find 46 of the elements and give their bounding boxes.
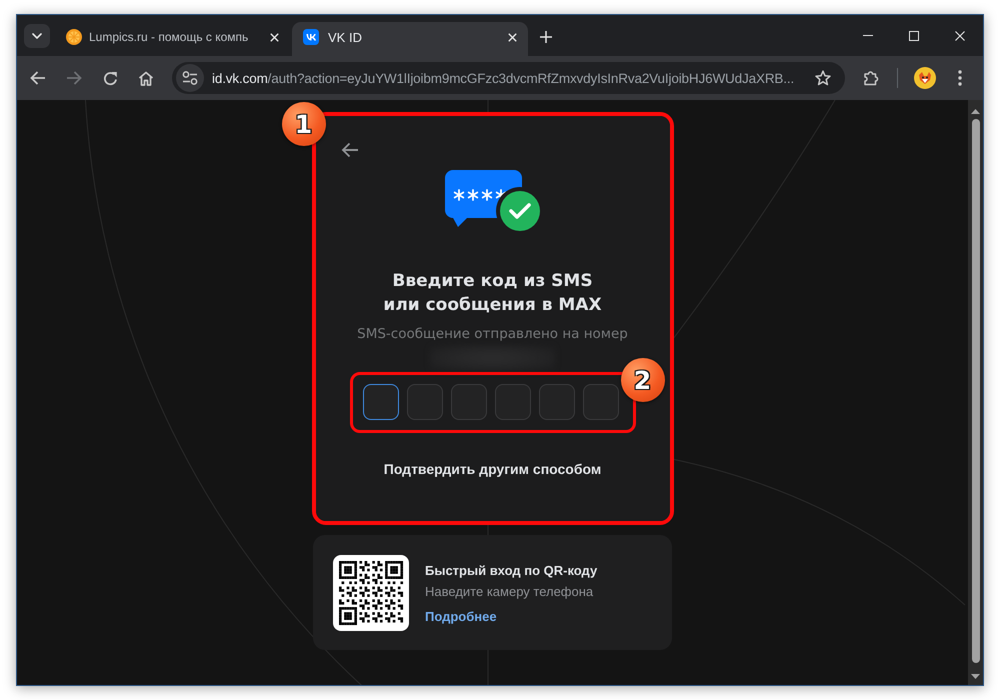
code-digit-field[interactable] [450,384,486,420]
scrollbar-thumb[interactable] [972,119,980,663]
tune-icon [182,71,198,85]
back-arrow-icon [340,142,358,158]
reload-icon [102,70,118,86]
code-digit-field[interactable] [582,384,618,420]
qr-card-description: Наведите камеру телефона [425,584,594,600]
alternative-method-link[interactable]: Подтвердить другим способом [384,460,602,478]
back-icon [30,71,46,85]
browser-tab[interactable]: VK ID [292,22,528,56]
address-bar[interactable]: id.vk.com/auth?action=eyJuYW1lIjoibm9mcGFzc3dvcmRfZmxvdyIsInRva2VuIjoibHJ6WUdJaXRB... [172,62,845,94]
code-digit-field[interactable] [538,384,574,420]
qr-card-title: Быстрый вход по QR-коду [425,563,598,579]
star-icon [815,70,831,86]
step-number-badge: 1 [282,102,326,146]
forward-icon [66,71,82,85]
scroll-up-icon[interactable] [971,109,980,114]
plus-icon [540,31,552,43]
maximize-icon [909,30,919,40]
card-subtitle: SMS-сообщение отправлено на номер [357,325,628,343]
minimize-icon [863,35,873,36]
close-icon [955,30,965,40]
more-info-link[interactable]: Подробнее [425,609,497,625]
browser-tab[interactable]: Lumpics.ru - помощь с компь [58,22,290,56]
close-icon [508,32,516,42]
close-icon [270,32,278,42]
qr-code-icon [333,555,409,631]
more-menu-icon [958,70,962,86]
code-digit-field[interactable] [406,384,442,420]
chevron-down-icon [32,33,42,39]
back-button[interactable] [340,140,360,160]
card-title: Введите код из SMS или сообщения в MAX [383,270,602,317]
fruit-slice-icon [66,29,82,45]
url-text: id.vk.com/auth?action=eyJuYW1lIjoibm9mcGFzc3dvcmRfZmxvdyIsInRva2VuIjoibHJ6WUdJaXRB... [212,70,796,86]
scroll-down-icon[interactable] [971,674,980,679]
home-icon [138,70,154,86]
code-digit-field[interactable] [494,384,530,420]
avatar-icon [914,67,936,89]
tab-search-button[interactable] [24,24,50,48]
site-logo-icon [303,29,319,45]
step-number-badge: 2 [620,358,664,402]
site-info-button[interactable] [176,64,204,92]
puzzle-icon [863,70,879,86]
scrollbar[interactable] [968,100,983,685]
code-digit-field[interactable] [362,384,398,420]
chat-bubble-check-icon [444,170,540,232]
